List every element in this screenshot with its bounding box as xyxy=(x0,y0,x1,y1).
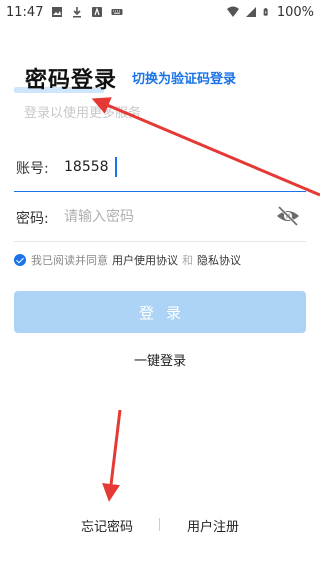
forgot-password-link[interactable]: 忘记密码 xyxy=(81,516,133,535)
download-icon xyxy=(73,7,82,18)
status-right: 100% xyxy=(226,4,314,20)
password-input[interactable] xyxy=(64,202,264,232)
account-field: 账号: xyxy=(14,142,306,192)
switch-to-sms-login-link[interactable]: 切换为验证码登录 xyxy=(132,68,236,87)
signal-icon xyxy=(245,7,256,17)
keyboard-icon xyxy=(111,9,123,15)
status-bar: 11:47 100% xyxy=(0,0,320,24)
status-time: 11:47 xyxy=(6,4,44,20)
eye-off-icon[interactable] xyxy=(276,204,300,228)
user-agreement-link[interactable]: 用户使用协议 xyxy=(112,252,178,268)
annotation-arrow-forgot xyxy=(102,409,122,502)
agreement-checkbox[interactable] xyxy=(14,254,26,266)
bottom-divider xyxy=(159,518,160,531)
privacy-policy-link[interactable]: 隐私协议 xyxy=(197,252,241,268)
password-field: 密码: xyxy=(14,192,306,242)
app-notification-icon xyxy=(92,7,103,17)
agreement-prefix: 我已阅读并同意 xyxy=(31,254,108,267)
password-label: 密码: xyxy=(16,211,49,227)
agreement-row: 我已阅读并同意 用户使用协议 和 隐私协议 xyxy=(14,252,245,268)
account-label: 账号: xyxy=(16,161,49,177)
register-link[interactable]: 用户注册 xyxy=(187,516,239,535)
page-subtitle: 登录以使用更多服务 xyxy=(24,106,142,121)
battery-charging-icon xyxy=(263,8,268,16)
page-title: 密码登录 xyxy=(25,68,118,93)
image-notification-icon xyxy=(52,7,63,17)
agreement-and: 和 xyxy=(182,254,193,267)
text-caret xyxy=(115,157,117,177)
login-button[interactable]: 登录 xyxy=(14,291,306,333)
account-input[interactable] xyxy=(64,152,264,182)
wifi-icon xyxy=(226,6,239,17)
one-click-login-link[interactable]: 一键登录 xyxy=(0,350,320,369)
battery-level: 100% xyxy=(276,4,314,20)
status-left: 11:47 xyxy=(6,5,123,20)
